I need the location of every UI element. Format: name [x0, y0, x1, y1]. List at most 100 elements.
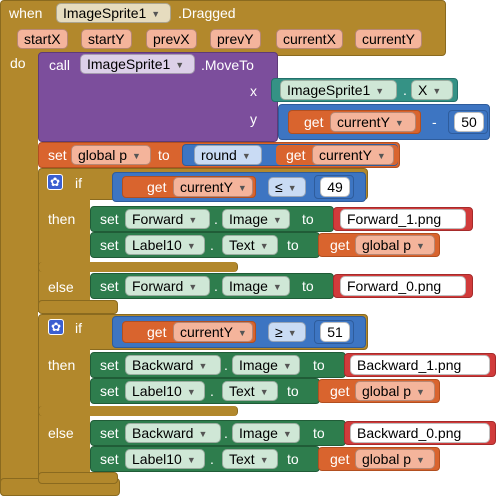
component-dropdown[interactable]: Label10 ▼: [125, 235, 205, 255]
to-keyword: to: [302, 211, 314, 227]
x-getter-property-label: X: [418, 82, 428, 98]
param-starty[interactable]: startY: [81, 29, 132, 49]
if2-compare-op-dropdown[interactable]: ≥ ▼: [268, 322, 306, 342]
component-dropdown[interactable]: Backward ▼: [125, 423, 221, 443]
set-global-var-label: global p: [78, 147, 128, 163]
chevron-down-icon: ▼: [198, 361, 208, 371]
component-dropdown[interactable]: Forward ▼: [125, 209, 210, 229]
if2-number-field[interactable]: 51: [320, 322, 350, 342]
text-value-field[interactable]: Backward_0.png: [350, 423, 490, 443]
property-dropdown[interactable]: Image ▼: [222, 209, 290, 229]
if1-compare-op-dropdown[interactable]: ≤ ▼: [268, 177, 306, 197]
property-dropdown[interactable]: Image ▼: [232, 423, 300, 443]
component-dropdown[interactable]: Label10 ▼: [125, 449, 205, 469]
moveto-method-label: .MoveTo: [201, 57, 254, 73]
chevron-down-icon: ▼: [394, 118, 404, 128]
get-var-dropdown[interactable]: global p ▼: [355, 381, 435, 401]
text-value-field[interactable]: Forward_0.png: [340, 276, 466, 296]
component-label: Label10: [132, 451, 182, 467]
gear-icon[interactable]: ✿: [48, 319, 64, 335]
get-var-label: global p: [362, 383, 412, 399]
text-value-field[interactable]: Backward_1.png: [350, 355, 490, 375]
set-keyword: set: [100, 357, 119, 373]
chevron-down-icon: ▼: [241, 151, 251, 161]
text-value-field[interactable]: Forward_1.png: [340, 209, 466, 229]
param-prevx[interactable]: prevX: [146, 29, 197, 49]
component-dropdown[interactable]: Label10 ▼: [125, 381, 205, 401]
else-keyword: else: [48, 425, 74, 441]
component-dropdown[interactable]: Forward ▼: [125, 276, 210, 296]
property-label: Image: [229, 278, 268, 294]
dot: .: [214, 211, 218, 227]
property-dropdown[interactable]: Image ▼: [232, 355, 300, 375]
chevron-down-icon: ▼: [259, 455, 269, 465]
do-keyword: do: [10, 55, 26, 71]
to-keyword: to: [287, 451, 299, 467]
chevron-down-icon: ▼: [186, 241, 196, 251]
property-label: Text: [229, 383, 255, 399]
chevron-down-icon: ▼: [237, 328, 247, 338]
property-label: Text: [229, 451, 255, 467]
to-keyword: to: [287, 383, 299, 399]
set-global-var-dropdown[interactable]: global p ▼: [71, 145, 151, 165]
event-component-dropdown[interactable]: ImageSprite1 ▼: [56, 3, 171, 23]
round-get-var-dropdown[interactable]: currentY ▼: [312, 145, 394, 165]
chevron-down-icon: ▼: [375, 86, 385, 96]
chevron-down-icon: ▼: [376, 151, 386, 161]
to-keyword: to: [302, 278, 314, 294]
minus-operator: -: [432, 114, 437, 130]
get-keyword: get: [330, 451, 350, 467]
dot: .: [210, 383, 214, 399]
if1-number-field[interactable]: 49: [320, 177, 350, 197]
to-keyword: to: [287, 237, 299, 253]
call-keyword: call: [49, 57, 71, 73]
property-dropdown[interactable]: Image ▼: [222, 276, 290, 296]
chevron-down-icon: ▼: [259, 241, 269, 251]
property-dropdown[interactable]: Text ▼: [222, 449, 278, 469]
param-currenty[interactable]: currentY: [355, 29, 422, 49]
gear-icon[interactable]: ✿: [47, 174, 63, 190]
component-dropdown[interactable]: Backward ▼: [125, 355, 221, 375]
if2-get-var-dropdown[interactable]: currentY ▼: [173, 322, 253, 342]
set-keyword: set: [100, 383, 119, 399]
chevron-down-icon: ▼: [416, 387, 425, 397]
set-keyword: set: [100, 211, 119, 227]
to-keyword: to: [313, 357, 325, 373]
x-getter-component-dropdown[interactable]: ImageSprite1 ▼: [280, 80, 397, 100]
get-keyword: get: [330, 237, 350, 253]
param-prevy[interactable]: prevY: [210, 29, 261, 49]
property-dropdown[interactable]: Text ▼: [222, 235, 278, 255]
get-var-dropdown[interactable]: global p ▼: [355, 235, 435, 255]
chevron-down-icon: ▼: [432, 86, 442, 96]
chevron-down-icon: ▼: [151, 9, 161, 19]
then-keyword: then: [48, 211, 76, 227]
round-op-dropdown[interactable]: round ▼: [194, 145, 262, 165]
property-label: Image: [229, 211, 268, 227]
component-label: Label10: [132, 383, 182, 399]
dot: .: [210, 237, 214, 253]
set-keyword: set: [100, 278, 119, 294]
set-keyword: set: [100, 237, 119, 253]
if2-get-var-label: currentY: [180, 324, 233, 340]
param-startx[interactable]: startX: [17, 29, 68, 49]
if1-get-var-dropdown[interactable]: currentY ▼: [173, 177, 253, 197]
round-op-label: round: [201, 147, 237, 163]
component-label: Forward: [132, 211, 184, 227]
component-label: Forward: [132, 278, 184, 294]
dot: .: [210, 451, 214, 467]
get-var-dropdown[interactable]: global p ▼: [355, 449, 435, 469]
property-label: Image: [239, 357, 278, 373]
to-keyword: to: [158, 147, 170, 163]
chevron-down-icon: ▼: [287, 328, 297, 338]
component-label: Backward: [132, 357, 194, 373]
property-dropdown[interactable]: Text ▼: [222, 381, 278, 401]
then-keyword: then: [48, 357, 76, 373]
param-currentx[interactable]: currentX: [276, 29, 343, 49]
call-component-dropdown[interactable]: ImageSprite1 ▼: [80, 54, 195, 74]
chevron-down-icon: ▼: [282, 361, 292, 371]
event-name-label: .Dragged: [178, 5, 236, 21]
x-getter-property-dropdown[interactable]: X ▼: [411, 80, 453, 100]
chevron-down-icon: ▼: [132, 151, 141, 161]
number-value-field[interactable]: 50: [454, 112, 484, 132]
get-var-dropdown[interactable]: currentY ▼: [330, 112, 416, 132]
